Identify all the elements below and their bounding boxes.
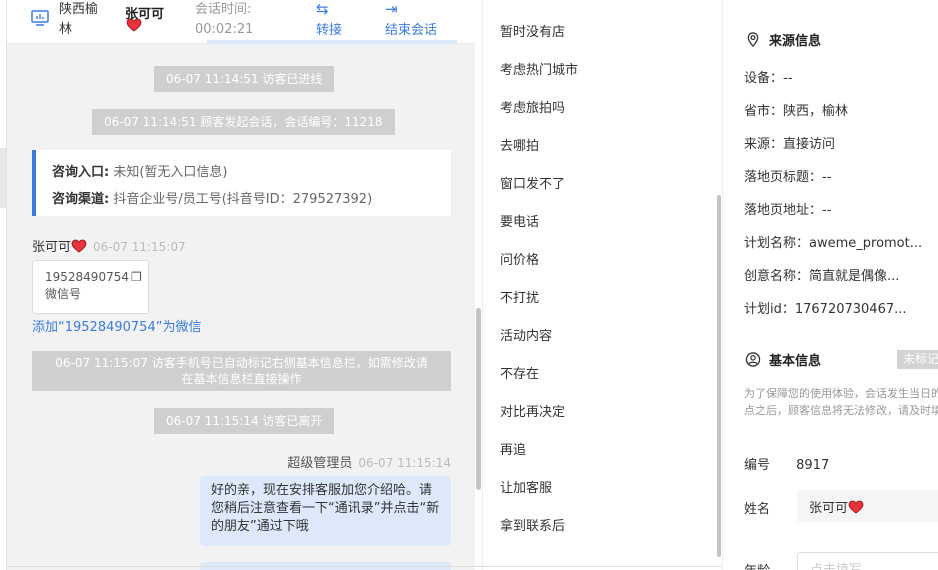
- session-time-value: 00:02:21: [195, 22, 254, 37]
- chat-divider: [7, 566, 482, 567]
- transfer-button[interactable]: ⇆ 转接: [316, 0, 342, 40]
- wechat-number: 19528490754: [45, 270, 129, 284]
- section-title-text: 来源信息: [769, 34, 822, 49]
- id-value: 8917: [796, 458, 830, 473]
- customer-location: 陕西榆林: [59, 2, 99, 37]
- entry-value: 未知(暂无入口信息): [113, 165, 228, 180]
- entry-key: 咨询入口:: [52, 165, 110, 180]
- channel-key: 咨询渠道:: [52, 192, 110, 207]
- id-label: 编号: [744, 458, 771, 473]
- message-time: 06-07 11:15:14: [358, 456, 451, 470]
- heart-icon: [71, 239, 87, 253]
- heart-icon: [848, 500, 864, 514]
- session-time-label: 会话时间:: [195, 2, 252, 17]
- location-pin-icon: [747, 32, 759, 47]
- user-circle-icon: [745, 352, 761, 367]
- message-list[interactable]: 06-07 11:14:51 访客已进线 06-07 11:14:51 顾客发起…: [7, 44, 475, 570]
- quick-reply-item[interactable]: 考虑热门城市: [500, 59, 578, 78]
- quick-reply-item[interactable]: 对比再决定: [500, 401, 565, 420]
- name-field[interactable]: 张可可: [797, 490, 938, 522]
- wechat-card[interactable]: 19528490754 ❐ 微信号: [32, 260, 149, 314]
- age-field[interactable]: 点击填写: [797, 552, 938, 570]
- add-wechat-link[interactable]: 添加“19528490754”为微信: [32, 316, 201, 335]
- copy-icon[interactable]: ❐: [131, 270, 142, 284]
- quick-reply-item[interactable]: 拿到联系后: [500, 515, 565, 534]
- id-row: 编号 8917: [744, 454, 829, 473]
- age-label: 年龄: [744, 560, 770, 570]
- transfer-label: 转接: [316, 23, 343, 38]
- quick-reply-item[interactable]: 要电话: [500, 211, 539, 230]
- system-message-line: 在基本信息栏直接操作: [181, 372, 302, 386]
- customer-info-panel: 来源信息 设备：-- 省市：陕西，榆林 来源：直接访问 落地页标题：-- 落地页…: [722, 0, 938, 570]
- system-message: 06-07 11:14:51 顾客发起会话，会话编号：11218: [92, 109, 395, 135]
- province-row: 省市：陕西，榆林: [744, 104, 849, 119]
- system-message: 06-07 11:15:07 访客手机号已自动标记右侧基本信息栏，如需修改请 在…: [32, 351, 451, 391]
- monitor-icon: [31, 10, 49, 26]
- section-title-text: 基本信息: [769, 354, 822, 369]
- channel-value: 抖音企业号/员工号(抖音号ID：279527392): [113, 192, 373, 207]
- creative-name-row: 创意名称：简直就是偶像...: [744, 269, 900, 284]
- basic-info-title: 基本信息: [745, 350, 821, 369]
- system-message: 06-07 11:15:14 访客已离开: [154, 408, 335, 434]
- quick-replies-panel: 暂时没有店考虑热门城市 考虑旅拍吗去哪拍窗口发不了要电话问价格不打扰活动内容不存在…: [482, 0, 723, 570]
- sender-name: 超级管理员: [287, 456, 353, 471]
- source-row: 来源：直接访问: [744, 137, 836, 152]
- system-message: 06-07 11:14:51 访客已进线: [154, 66, 335, 92]
- chat-header: 陕西榆林 张可可 会话时间: 00:02:21 ⇆ 转接 ⇥ 结束会话: [7, 0, 475, 48]
- landing-title-row: 落地页标题：--: [744, 170, 832, 185]
- quick-reply-item[interactable]: 暂时没有店: [500, 21, 565, 40]
- name-label: 姓名: [744, 502, 771, 517]
- quick-reply-item[interactable]: 再追: [500, 439, 526, 458]
- unmarked-tag[interactable]: 未标记: [897, 350, 938, 369]
- message-sender: 张可可 06-07 11:15:07: [32, 236, 186, 255]
- message-sender: 超级管理员 06-07 11:15:14: [287, 452, 451, 471]
- quick-reply-item[interactable]: 窗口发不了: [500, 173, 565, 192]
- chat-panel: 陕西榆林 张可可 会话时间: 00:02:21 ⇆ 转接 ⇥ 结束会话 06-0…: [0, 0, 482, 570]
- quick-reply-item[interactable]: 考虑旅拍吗: [500, 97, 565, 116]
- system-message-line: 06-07 11:15:07 访客手机号已自动标记右侧基本信息栏，如需修改请: [55, 356, 428, 370]
- quick-replies-scrollbar[interactable]: [717, 195, 721, 557]
- quick-reply-item[interactable]: 活动内容: [500, 325, 552, 344]
- landing-url-row: 落地页地址：--: [744, 203, 832, 218]
- end-session-button[interactable]: ⇥ 结束会话: [385, 0, 437, 40]
- wechat-label: 微信号: [45, 287, 82, 301]
- quick-reply-item[interactable]: 让加客服: [500, 477, 552, 496]
- transfer-icon: ⇆: [316, 0, 329, 18]
- quick-reply-item[interactable]: 不打扰: [500, 287, 539, 306]
- message-time: 06-07 11:15:07: [93, 240, 186, 254]
- chat-scrollbar[interactable]: [476, 308, 481, 490]
- quick-reply-item[interactable]: 问价格: [500, 249, 539, 268]
- consult-info-card: 咨询入口: 未知(暂无入口信息) 咨询渠道: 抖音企业号/员工号(抖音号ID：2…: [32, 150, 451, 216]
- quick-reply-item[interactable]: 去哪拍: [500, 135, 539, 154]
- agent-message-bubble: 好的亲，现在安排客服加您介绍哈。请您稍后注意查看一下“通讯录”并点击“新的朋友”…: [200, 476, 451, 546]
- heart-icon: [126, 18, 142, 32]
- plan-id-row: 计划id：176720730467...: [744, 302, 907, 317]
- plan-name-row: 计划名称：aweme_promot...: [744, 236, 923, 251]
- sender-name: 张可可: [32, 240, 72, 255]
- end-session-label: 结束会话: [385, 23, 438, 38]
- logout-icon: ⇥: [385, 0, 398, 18]
- name-value: 张可可: [809, 501, 849, 516]
- panel-divider: [483, 566, 723, 567]
- quick-reply-item[interactable]: 不存在: [500, 363, 539, 382]
- device-row: 设备：--: [744, 71, 793, 86]
- edit-notice: 为了保障您的使用体验，会话发生当日的24点之后，顾客信息将无法修改，请及时填写: [744, 387, 938, 417]
- source-info-title: 来源信息: [745, 30, 821, 49]
